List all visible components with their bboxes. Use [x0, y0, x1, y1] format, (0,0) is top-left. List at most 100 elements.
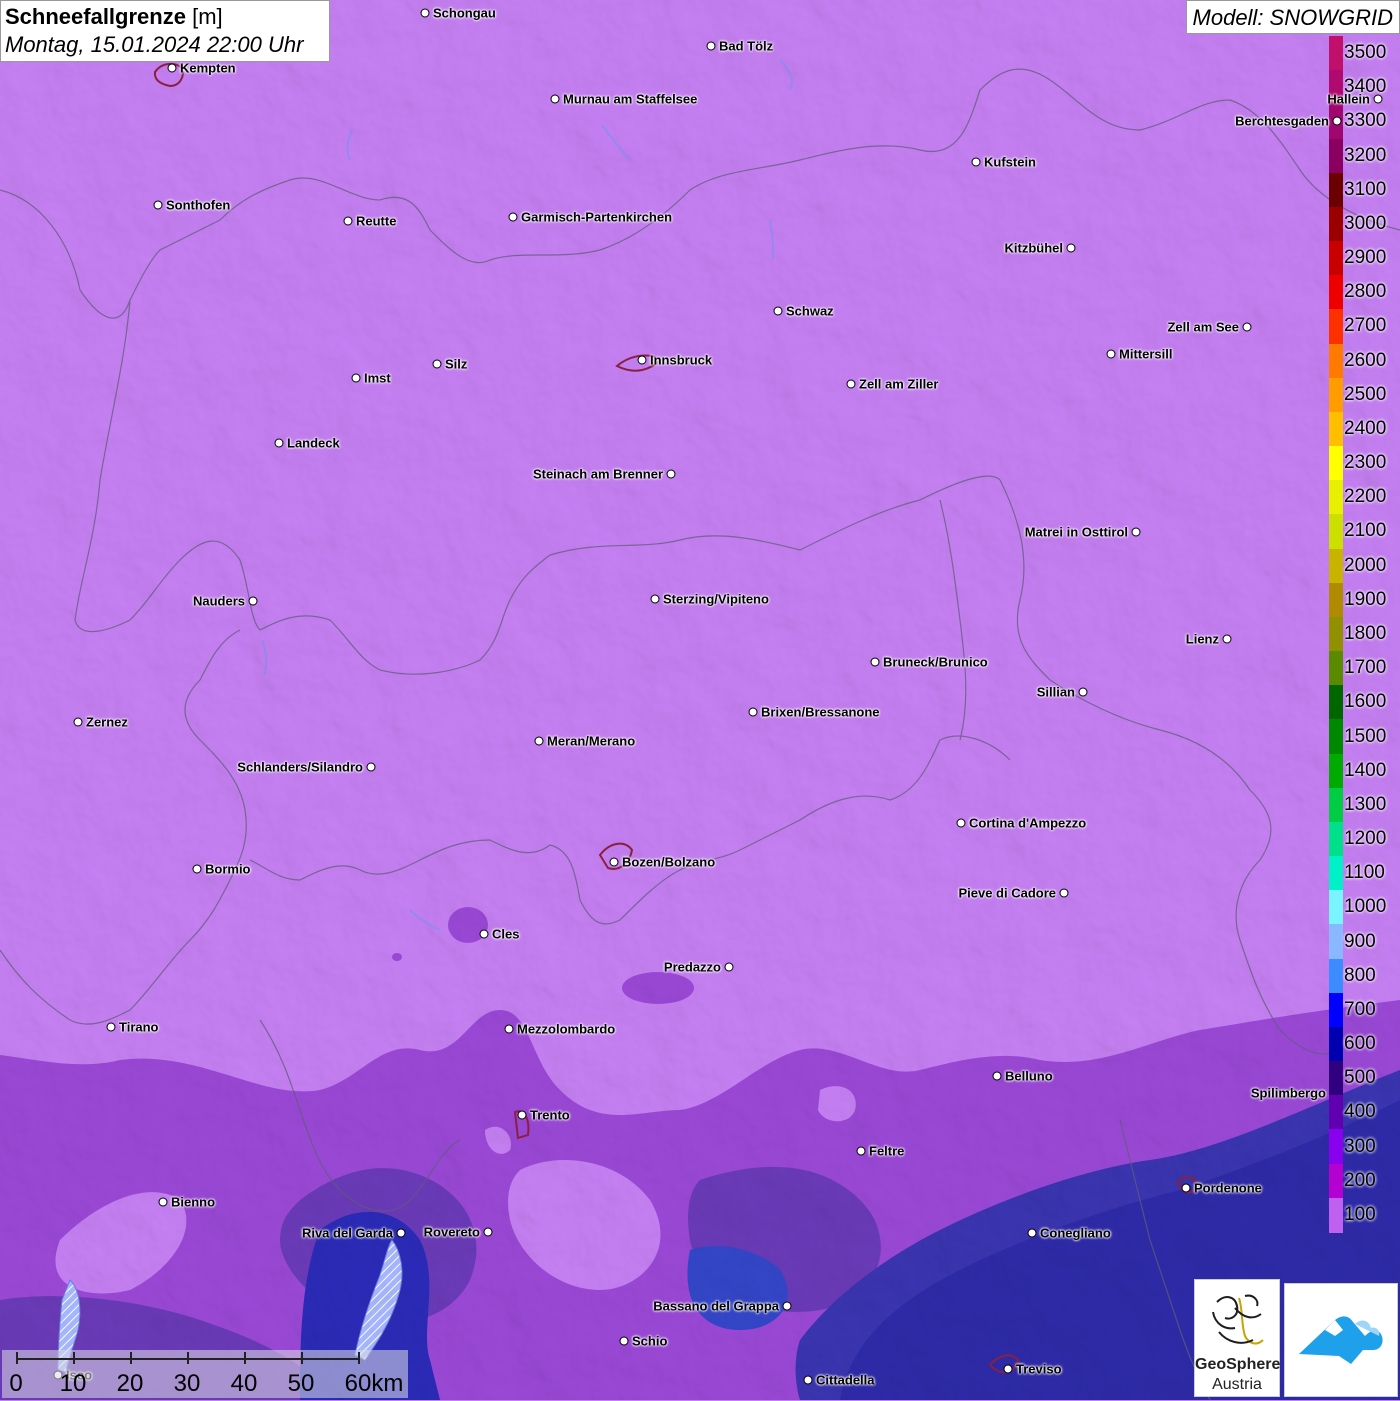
legend-label: 2900	[1344, 247, 1387, 269]
city-label: Bruneck/Brunico	[883, 654, 988, 670]
geosphere-name: GeoSphere	[1195, 1356, 1281, 1373]
legend-label: 1300	[1344, 793, 1387, 815]
legend-label: 2600	[1344, 349, 1387, 371]
scale-tick	[16, 1352, 18, 1364]
city-label: Conegliano	[1040, 1225, 1111, 1241]
legend-swatch	[1329, 343, 1343, 379]
city-label: Sterzing/Vipiteno	[663, 591, 769, 607]
legend-label: 1800	[1344, 623, 1387, 644]
legend-swatch	[1329, 992, 1343, 1028]
city-label: Mittersill	[1119, 346, 1173, 362]
legend-label: 600	[1344, 1033, 1376, 1055]
legend-label: 1100	[1344, 862, 1385, 884]
scale-label: 10	[59, 1370, 87, 1397]
legend-swatch	[1329, 377, 1343, 413]
legend-label: 1500	[1344, 725, 1387, 747]
city-marker-icon	[1332, 116, 1342, 126]
city-marker-icon	[1078, 687, 1088, 697]
city-marker-icon	[517, 1110, 527, 1120]
city-marker-icon	[343, 216, 353, 226]
city-marker-icon	[666, 469, 676, 479]
legend-label: 1700	[1344, 657, 1387, 679]
legend-swatch	[1329, 719, 1343, 755]
scale-tick	[187, 1352, 189, 1364]
city-label: Hallein	[1327, 91, 1370, 107]
city-label: Garmisch-Partenkirchen	[521, 209, 673, 225]
city-label: Pieve di Cadore	[958, 885, 1056, 901]
legend-label: 2400	[1344, 417, 1387, 439]
legend-swatch	[1329, 480, 1343, 516]
city-marker-icon	[637, 355, 647, 365]
legend-label: 2500	[1344, 383, 1387, 405]
city-label: Steinach am Brenner	[532, 466, 663, 482]
city-marker-icon	[870, 657, 880, 667]
legend-label: 2100	[1344, 520, 1387, 542]
legend-swatch	[1329, 138, 1343, 174]
city-marker-icon	[971, 157, 981, 167]
map-datetime: Montag, 15.01.2024 22:00 Uhr	[5, 32, 304, 57]
legend-swatch	[1329, 924, 1343, 960]
city-label: Feltre	[869, 1143, 905, 1159]
city-label: Landeck	[287, 435, 340, 451]
city-label: Zell am See	[1167, 319, 1239, 335]
city-marker-icon	[1003, 1364, 1013, 1374]
city-marker-icon	[650, 594, 660, 604]
scale-label: 30	[173, 1370, 201, 1397]
legend-label: 1000	[1344, 896, 1387, 918]
scale-label: 50	[287, 1370, 315, 1397]
city-marker-icon	[158, 1197, 168, 1207]
legend-label: 400	[1344, 1101, 1376, 1123]
legend-swatch	[1329, 582, 1343, 618]
scale-tick	[244, 1352, 246, 1364]
scale-tick	[130, 1352, 132, 1364]
city-label: Innsbruck	[650, 352, 713, 368]
legend-swatch	[1329, 651, 1343, 687]
legend-swatch	[1329, 1095, 1343, 1131]
city-label: Treviso	[1016, 1361, 1062, 1377]
legend-label: 200	[1344, 1169, 1376, 1191]
city-marker-icon	[73, 717, 83, 727]
legend-swatch	[1329, 821, 1343, 857]
city-marker-icon	[508, 212, 518, 222]
city-marker-icon	[504, 1024, 514, 1034]
geosphere-emblem-icon	[1212, 1294, 1264, 1345]
city-label: Kempten	[180, 60, 236, 76]
city-marker-icon	[192, 864, 202, 874]
city-marker-icon	[1106, 349, 1116, 359]
city-marker-icon	[1242, 322, 1252, 332]
city-marker-icon	[420, 8, 430, 18]
city-label: Schongau	[433, 5, 496, 21]
city-label: Tirano	[119, 1019, 159, 1035]
city-label: Schlanders/Silandro	[237, 759, 363, 775]
model-label: Modell: SNOWGRID	[1185, 0, 1400, 34]
legend-label: 2800	[1344, 281, 1387, 303]
city-marker-icon	[351, 373, 361, 383]
city-label: Zell am Ziller	[859, 376, 939, 392]
scale-label: 0	[9, 1370, 23, 1397]
legend-swatch	[1329, 958, 1343, 994]
scale-tick	[358, 1352, 360, 1364]
city-marker-icon	[706, 41, 716, 51]
city-marker-icon	[550, 94, 560, 104]
city-label: Bienno	[171, 1194, 216, 1210]
city-label: Matrei in Osttirol	[1024, 524, 1128, 540]
city-label: Kufstein	[984, 154, 1036, 170]
city-marker-icon	[274, 438, 284, 448]
city-label: Meran/Merano	[547, 733, 636, 749]
legend-label: 3500	[1344, 42, 1387, 64]
legend-label: 2700	[1344, 315, 1387, 337]
legend-swatch	[1329, 514, 1343, 550]
geosphere-logo: GeoSphere Austria	[1194, 1279, 1280, 1397]
city-marker-icon	[1181, 1183, 1191, 1193]
city-label: Bozen/Bolzano	[622, 854, 716, 870]
legend-label: 3100	[1344, 178, 1387, 200]
legend-swatch	[1329, 36, 1343, 71]
city-label: Bad Tölz	[719, 38, 774, 54]
legend-swatch	[1329, 1129, 1343, 1165]
title-box: Schneefallgrenze [m] Montag, 15.01.2024 …	[0, 0, 330, 62]
city-marker-icon	[619, 1336, 629, 1346]
legend-swatch	[1329, 1026, 1343, 1062]
city-label: Imst	[364, 370, 391, 386]
city-label: Riva del Garda	[301, 1225, 393, 1241]
legend-label: 2300	[1344, 452, 1387, 474]
